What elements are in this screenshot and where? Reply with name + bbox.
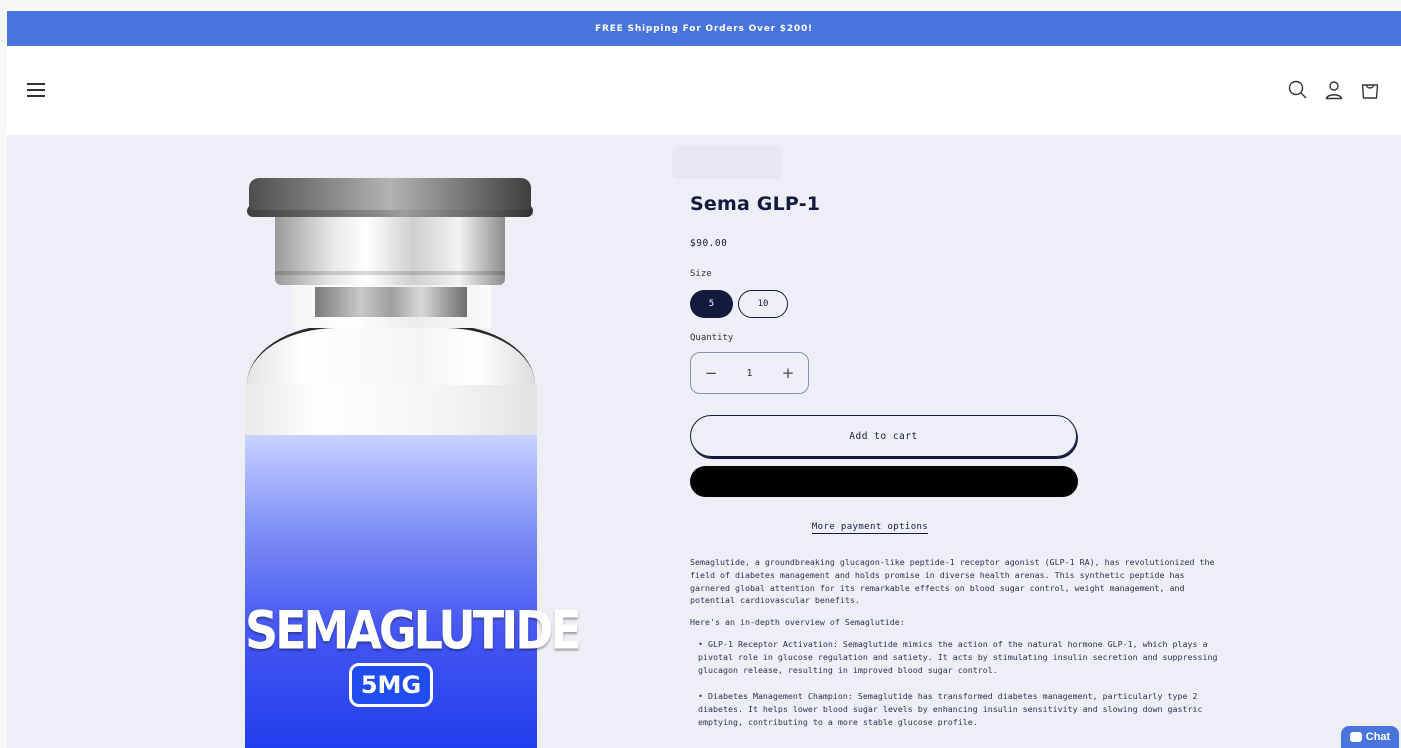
search-icon[interactable] <box>1287 79 1309 101</box>
account-icon[interactable] <box>1323 79 1345 101</box>
description-overview: Here's an in-depth overview of Semagluti… <box>690 617 905 628</box>
announcement-bar: FREE Shipping For Orders Over $200! <box>7 11 1401 46</box>
page-frame: FREE Shipping For Orders Over $200! SEMA… <box>7 8 1401 748</box>
quantity-value[interactable]: 1 <box>746 368 752 379</box>
size-option-5[interactable]: 5 <box>690 290 733 318</box>
announcement-text: FREE Shipping For Orders Over $200! <box>595 23 813 34</box>
product-title: Sema GLP-1 <box>690 193 821 215</box>
vial-stopper <box>315 287 467 317</box>
vial-cap <box>249 178 531 210</box>
description-intro: Semaglutide, a groundbreaking glucagon-l… <box>690 557 1215 606</box>
more-payment-options: More payment options <box>690 522 1050 534</box>
vial-crimp-line <box>275 271 505 275</box>
description-bullet: • Diabetes Management Champion: Semaglut… <box>698 691 1203 727</box>
product-price: $90.00 <box>690 238 728 249</box>
size-options: 5 10 <box>690 290 788 318</box>
product-section: SEMAGLUTIDE 5MG Sema GLP-1 $90.00 Size 5… <box>7 135 1401 748</box>
chat-label: Chat <box>1365 731 1391 743</box>
header-icons <box>1287 79 1381 101</box>
site-header <box>7 46 1401 135</box>
menu-icon[interactable] <box>27 81 47 99</box>
cart-icon[interactable] <box>1359 79 1381 101</box>
chat-button[interactable]: Chat <box>1341 726 1399 748</box>
quantity-increase-button[interactable]: + <box>778 364 798 382</box>
more-payment-options-link[interactable]: More payment options <box>811 522 929 534</box>
quantity-stepper: − 1 + <box>690 352 809 394</box>
vial-label-dose: 5MG <box>349 663 433 707</box>
product-description: Semaglutide, a groundbreaking glucagon-l… <box>690 556 1220 743</box>
size-label: Size <box>690 269 712 279</box>
quantity-label: Quantity <box>690 333 734 343</box>
chat-icon <box>1349 732 1362 742</box>
quantity-decrease-button[interactable]: − <box>701 364 721 382</box>
add-to-cart-button[interactable]: Add to cart <box>690 415 1077 457</box>
description-bullet: • GLP-1 Receptor Activation: Semaglutide… <box>698 638 1218 675</box>
product-image[interactable]: SEMAGLUTIDE 5MG <box>245 175 582 748</box>
buy-now-button[interactable] <box>690 466 1078 497</box>
vial-label-name: SEMAGLUTIDE <box>245 598 582 662</box>
size-option-10[interactable]: 10 <box>738 290 788 318</box>
vendor-placeholder <box>672 145 782 179</box>
